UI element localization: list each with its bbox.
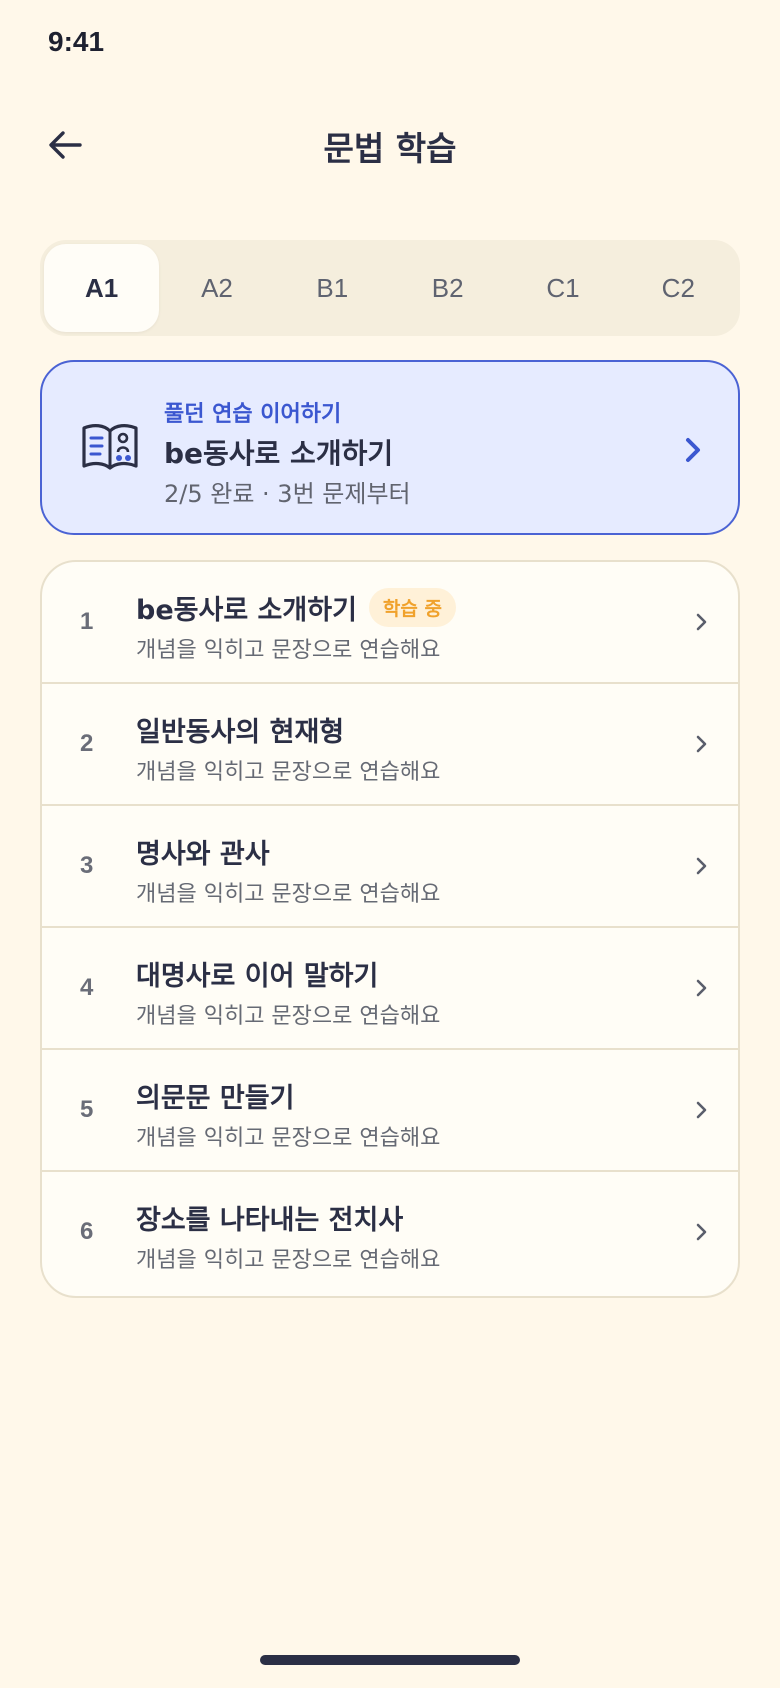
lesson-item-1[interactable]: 1 be동사로 소개하기 학습 중 개념을 익히고 문장으로 연습해요 (42, 562, 738, 684)
resume-practice-card[interactable]: 풀던 연습 이어하기 be동사로 소개하기 2/5 완료 · 3번 문제부터 (40, 360, 740, 535)
resume-progress: 2/5 완료 · 3번 문제부터 (164, 480, 411, 508)
lesson-item-4[interactable]: 4 대명사로 이어 말하기 개념을 익히고 문장으로 연습해요 (42, 928, 738, 1050)
tab-level-b1[interactable]: B1 (275, 244, 390, 332)
tab-level-b2[interactable]: B2 (390, 244, 505, 332)
lesson-item-2[interactable]: 2 일반동사의 현재형 개념을 익히고 문장으로 연습해요 (42, 684, 738, 806)
page-title: 문법 학습 (323, 129, 457, 168)
home-indicator[interactable] (260, 1655, 520, 1665)
status-time: 9:41 (48, 26, 105, 57)
chevron-right-icon (696, 1223, 707, 1241)
chevron-right-icon (696, 613, 707, 631)
lesson-item-3[interactable]: 3 명사와 관사 개념을 익히고 문장으로 연습해요 (42, 806, 738, 928)
level-tabs: A1 A2 B1 B2 C1 C2 (40, 240, 740, 336)
lesson-list: 1 be동사로 소개하기 학습 중 개념을 익히고 문장으로 연습해요 2 일반… (40, 560, 740, 1298)
lesson-description: 개념을 익히고 문장으로 연습해요 (136, 1248, 441, 1273)
header: 문법 학습 (0, 110, 780, 180)
lesson-title: 대명사로 이어 말하기 (136, 961, 379, 992)
chevron-right-icon (696, 979, 707, 997)
tab-level-c2[interactable]: C2 (621, 244, 736, 332)
chevron-right-icon (686, 438, 700, 462)
resume-title: be동사로 소개하기 (164, 437, 394, 470)
lesson-description: 개념을 익히고 문장으로 연습해요 (136, 760, 441, 785)
lesson-number: 3 (80, 852, 94, 879)
chevron-right-icon (696, 1101, 707, 1119)
lesson-title: 명사와 관사 (136, 839, 270, 870)
lesson-item-6[interactable]: 6 장소를 나타내는 전치사 개념을 익히고 문장으로 연습해요 (42, 1172, 738, 1294)
book-icon (82, 424, 138, 470)
tab-level-c1[interactable]: C1 (505, 244, 620, 332)
lesson-title: be동사로 소개하기 (136, 595, 357, 626)
lesson-number: 1 (80, 608, 94, 635)
chevron-right-icon (696, 735, 707, 753)
lesson-description: 개념을 익히고 문장으로 연습해요 (136, 882, 441, 907)
lesson-number: 2 (80, 730, 94, 757)
lesson-description: 개념을 익히고 문장으로 연습해요 (136, 638, 441, 663)
in-progress-badge: 학습 중 (368, 588, 456, 627)
chevron-right-icon (696, 857, 707, 875)
lesson-title: 장소를 나타내는 전치사 (136, 1205, 404, 1236)
lesson-number: 6 (80, 1218, 94, 1245)
lesson-number: 5 (80, 1096, 94, 1123)
tab-level-a2[interactable]: A2 (159, 244, 274, 332)
lesson-number: 4 (80, 974, 94, 1001)
lesson-title: 의문문 만들기 (136, 1083, 295, 1114)
tab-level-a1[interactable]: A1 (44, 244, 160, 332)
lesson-item-5[interactable]: 5 의문문 만들기 개념을 익히고 문장으로 연습해요 (42, 1050, 738, 1172)
lesson-description: 개념을 익히고 문장으로 연습해요 (136, 1126, 441, 1151)
lesson-description: 개념을 익히고 문장으로 연습해요 (136, 1004, 441, 1029)
lesson-title: 일반동사의 현재형 (136, 717, 345, 748)
resume-kicker: 풀던 연습 이어하기 (164, 402, 342, 427)
